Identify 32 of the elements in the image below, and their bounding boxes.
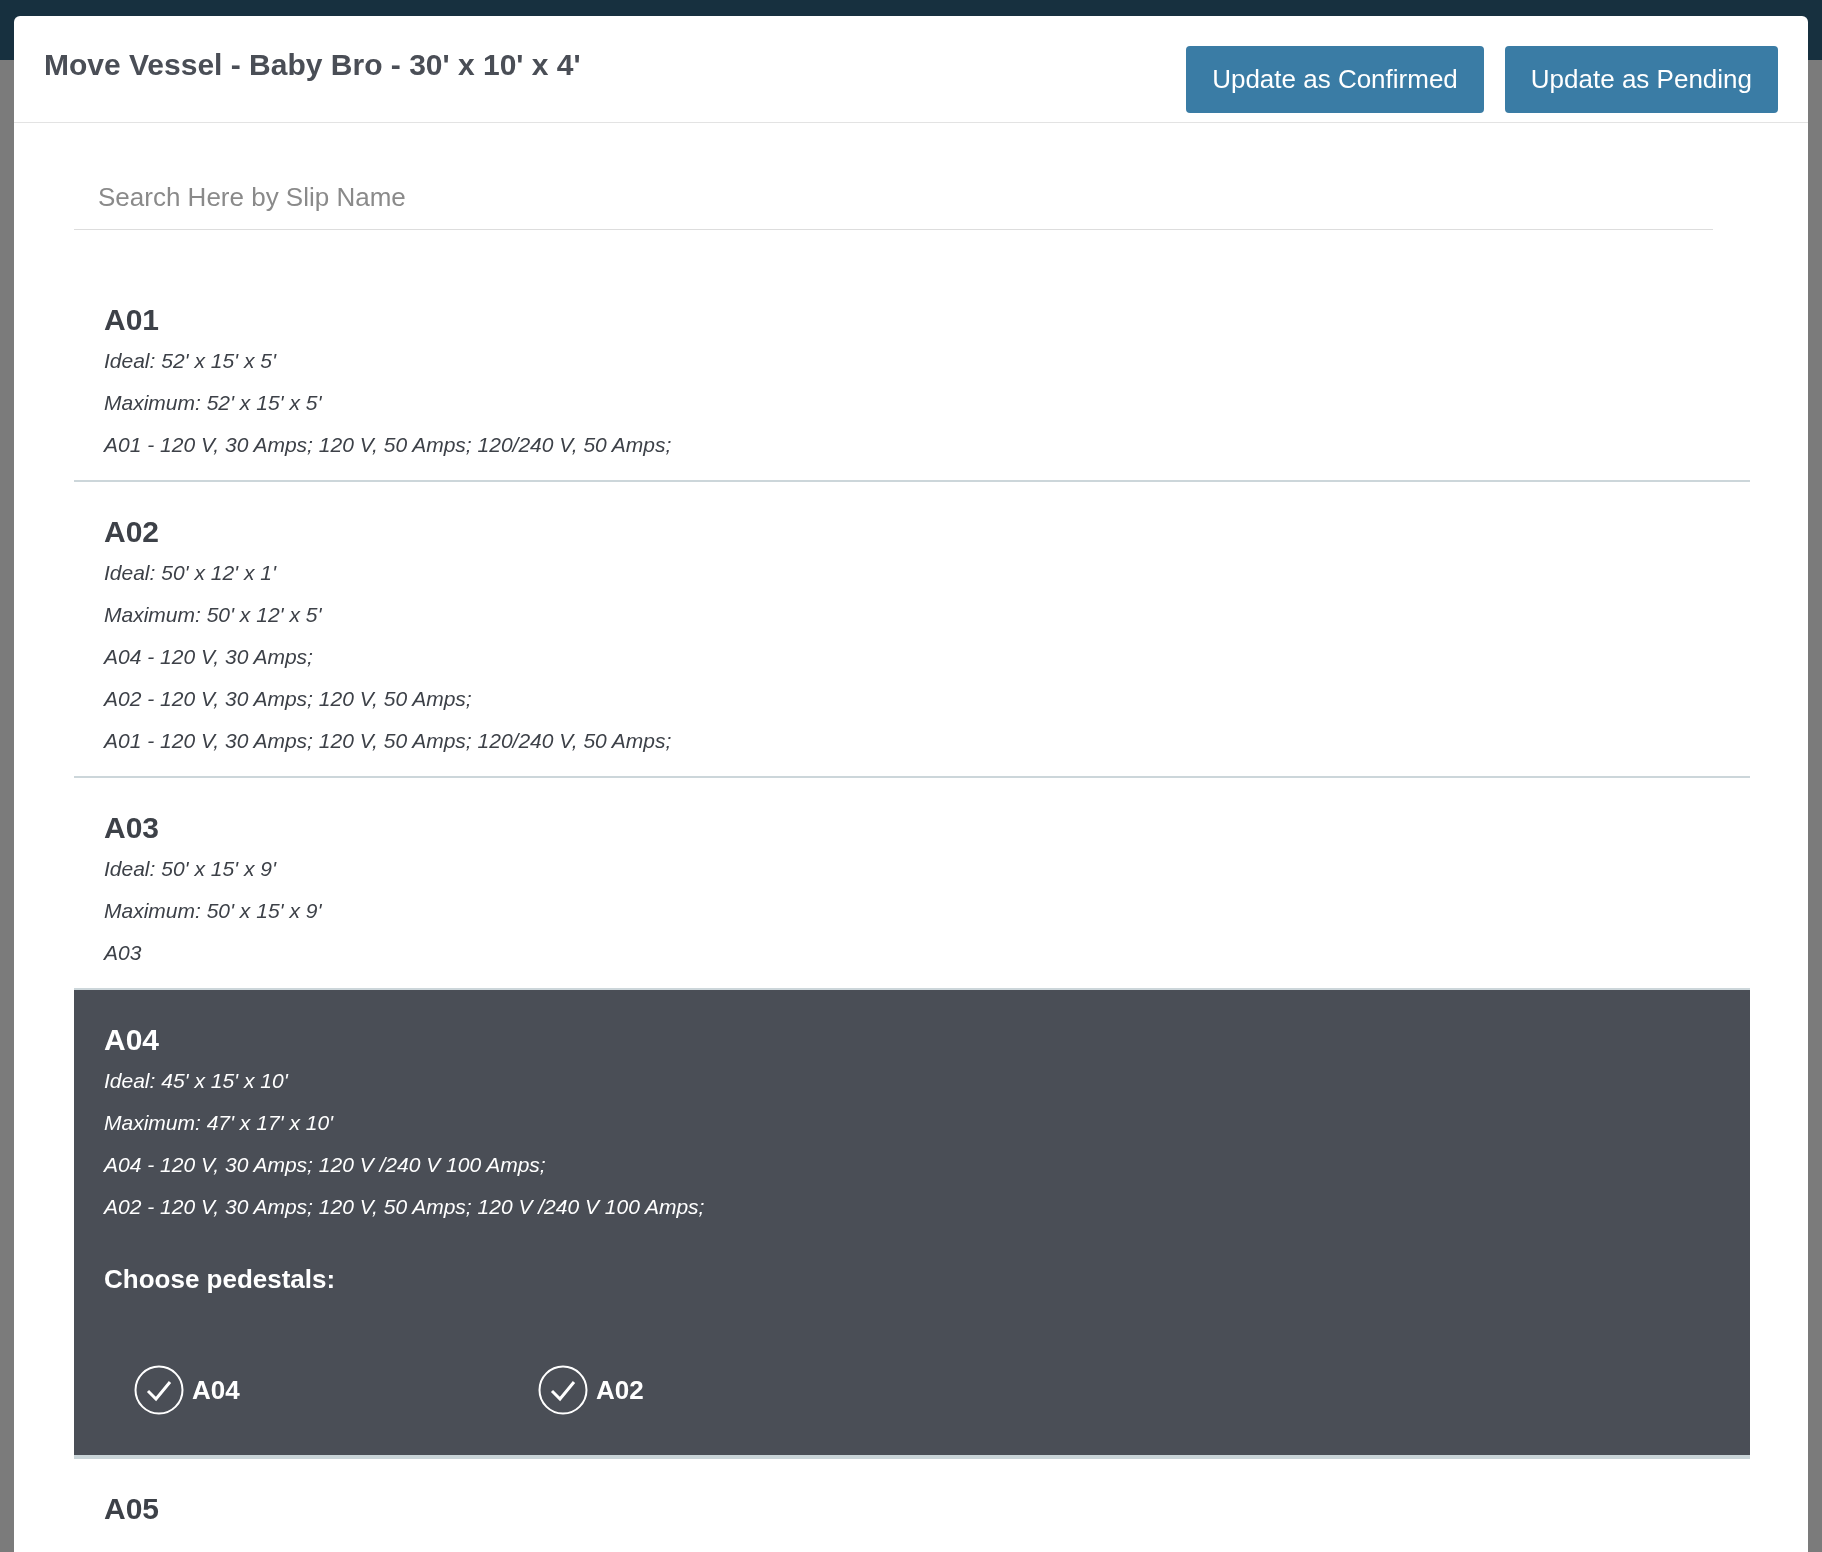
slip-detail: Ideal: 52' x 15' x 5'	[104, 348, 278, 374]
modal-title: Move Vessel - Baby Bro - 30' x 10' x 4'	[44, 48, 581, 82]
slip-detail: Ideal: 45' x 15' x 10'	[104, 1068, 290, 1094]
checkbox-icon[interactable]	[134, 1365, 184, 1415]
checkbox-icon[interactable]	[538, 1365, 588, 1415]
pedestal-label: A04	[192, 1374, 240, 1406]
slip-detail: Maximum: 50' x 15' x 9'	[104, 898, 323, 924]
pedestal-label: A02	[596, 1374, 644, 1406]
slip-detail: Ideal: 50' x 12' x 1'	[104, 560, 278, 586]
slip-detail: Ideal: 50' x 15' x 9'	[104, 856, 278, 882]
slip-detail: A03	[104, 940, 143, 966]
slip-detail: A02 - 120 V, 30 Amps; 120 V, 50 Amps; 120 V /240 V 100 Amps;	[104, 1194, 706, 1220]
slip-detail: Maximum: 47' x 17' x 10'	[104, 1110, 335, 1136]
slip-detail: A04 - 120 V, 30 Amps;	[104, 644, 314, 670]
slip-name: A02	[104, 514, 161, 550]
slip-detail: A04 - 120 V, 30 Amps; 120 V /240 V 100 Amps;	[104, 1152, 547, 1178]
slip-detail: A01 - 120 V, 30 Amps; 120 V, 50 Amps; 120/240 V, 50 Amps;	[104, 728, 673, 754]
slip-detail: A01 - 120 V, 30 Amps; 120 V, 50 Amps; 120/240 V, 50 Amps;	[104, 432, 673, 458]
pedestals-label: Choose pedestals:	[104, 1264, 337, 1295]
slip-detail: Maximum: 52' x 15' x 5'	[104, 390, 323, 416]
slip-name: A04	[104, 1022, 161, 1058]
slip-detail: Maximum: 50' x 12' x 5'	[104, 602, 323, 628]
slip-detail: A02 - 120 V, 30 Amps; 120 V, 50 Amps;	[104, 686, 473, 712]
slip-item[interactable]: A01 Ideal: 52' x 15' x 5' Maximum: 52' x 15' x 5' A01 - 120 V, 30 Amps; 120 V, 50 Amps; 120/240 V, 50 Amps;	[74, 270, 1750, 482]
slip-name: A03	[104, 810, 161, 846]
slip-item[interactable]: A04 Ideal: 45' x 15' x 10' Maximum: 47' x 17' x 10' A04 - 120 V, 30 Amps; 120 V /240 V 100 Amps; A02 - 120 V, 30 Amps; 120 V, 50 Amps; 120 V /240 V 100 Amps; Choose pedestals: A04 A02	[74, 990, 1750, 1459]
slip-item[interactable]: A05	[74, 1459, 1750, 1543]
slip-name: A05	[104, 1491, 161, 1527]
slip-name: A01	[104, 302, 161, 338]
update-button[interactable]: Update as Pending	[1504, 46, 1778, 113]
update-button[interactable]: Update as Confirmed	[1186, 46, 1484, 113]
slip-item[interactable]: A02 Ideal: 50' x 12' x 1' Maximum: 50' x 12' x 5' A04 - 120 V, 30 Amps; A02 - 120 V, 30 Amps; 120 V, 50 Amps; A01 - 120 V, 30 Amps; 120 V, 50 Amps; 120/240 V, 50 Amps;	[74, 482, 1750, 778]
